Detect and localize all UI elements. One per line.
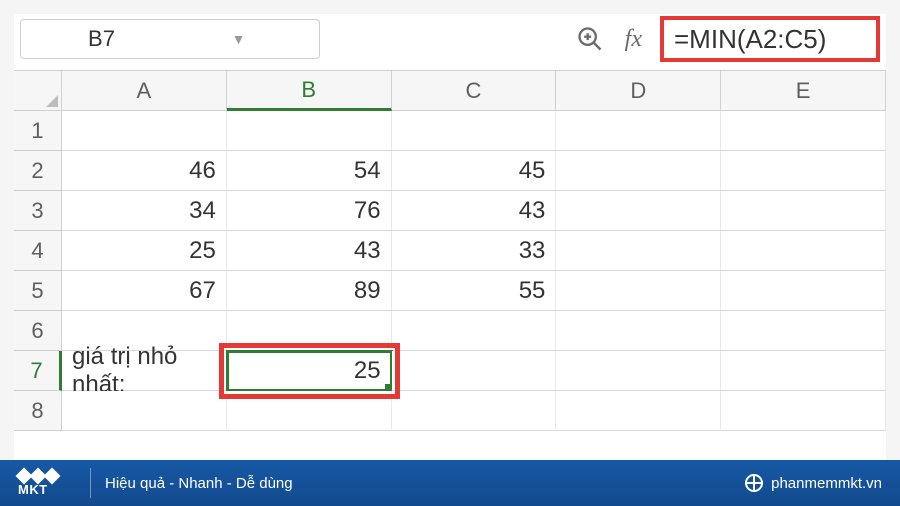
cell-E3[interactable] <box>721 191 886 231</box>
cell-B6[interactable] <box>227 311 392 351</box>
zoom-search-icon[interactable] <box>573 22 607 56</box>
cell-D1[interactable] <box>556 111 721 151</box>
cell-D2[interactable] <box>556 151 721 191</box>
formula-bar: B7 ▼ fx =MIN(A2:C5) <box>14 14 886 70</box>
cell-C1[interactable] <box>392 111 557 151</box>
cell-E8[interactable] <box>721 391 886 431</box>
row-header-8[interactable]: 8 <box>14 391 62 431</box>
formula-input-value: =MIN(A2:C5) <box>674 24 826 55</box>
row-header-7[interactable]: 7 <box>14 351 62 391</box>
cell-C2[interactable]: 45 <box>392 151 557 191</box>
formula-input[interactable]: =MIN(A2:C5) <box>660 16 880 62</box>
cell-A1[interactable] <box>62 111 227 151</box>
cell-B7[interactable]: 25 <box>227 351 392 391</box>
brand-logo: MKT <box>18 470 58 497</box>
cell-C7[interactable] <box>392 351 557 391</box>
row-header-4[interactable]: 4 <box>14 231 62 271</box>
cell-A8[interactable] <box>62 391 227 431</box>
divider <box>90 468 91 498</box>
globe-icon <box>745 474 763 492</box>
cell-E7[interactable] <box>721 351 886 391</box>
footer-tagline: Hiệu quả - Nhanh - Dễ dùng <box>105 475 293 492</box>
cell-D6[interactable] <box>556 311 721 351</box>
spreadsheet-grid: ABCDE1246544533476434254333567895567giá … <box>14 70 886 431</box>
row-header-1[interactable]: 1 <box>14 111 62 151</box>
cell-E2[interactable] <box>721 151 886 191</box>
cell-E1[interactable] <box>721 111 886 151</box>
row-header-6[interactable]: 6 <box>14 311 62 351</box>
cell-D8[interactable] <box>556 391 721 431</box>
cell-A3[interactable]: 34 <box>62 191 227 231</box>
cell-B4[interactable]: 43 <box>227 231 392 271</box>
row-header-2[interactable]: 2 <box>14 151 62 191</box>
name-box-value: B7 <box>33 26 170 52</box>
cell-D5[interactable] <box>556 271 721 311</box>
cell-C5[interactable]: 55 <box>392 271 557 311</box>
cell-B2[interactable]: 54 <box>227 151 392 191</box>
cell-D3[interactable] <box>556 191 721 231</box>
row-header-5[interactable]: 5 <box>14 271 62 311</box>
footer-site: phanmemmkt.vn <box>771 475 882 492</box>
select-all-corner[interactable] <box>14 71 62 111</box>
cell-D7[interactable] <box>556 351 721 391</box>
cell-C8[interactable] <box>392 391 557 431</box>
cell-A2[interactable]: 46 <box>62 151 227 191</box>
cell-E5[interactable] <box>721 271 886 311</box>
cell-A4[interactable]: 25 <box>62 231 227 271</box>
cell-B5[interactable]: 89 <box>227 271 392 311</box>
row-header-3[interactable]: 3 <box>14 191 62 231</box>
column-header-E[interactable]: E <box>721 71 886 111</box>
footer-banner: MKT Hiệu quả - Nhanh - Dễ dùng phanmemmk… <box>0 460 900 506</box>
chevron-down-icon: ▼ <box>170 31 307 47</box>
column-header-C[interactable]: C <box>392 71 557 111</box>
cell-B1[interactable] <box>227 111 392 151</box>
column-header-A[interactable]: A <box>62 71 227 111</box>
name-box[interactable]: B7 ▼ <box>20 19 320 59</box>
fx-icon[interactable]: fx <box>625 26 642 53</box>
column-header-D[interactable]: D <box>556 71 721 111</box>
cell-C6[interactable] <box>392 311 557 351</box>
cell-B8[interactable] <box>227 391 392 431</box>
cell-E4[interactable] <box>721 231 886 271</box>
cell-C4[interactable]: 33 <box>392 231 557 271</box>
cell-A7[interactable]: giá trị nhỏ nhất: <box>62 351 227 391</box>
cell-C3[interactable]: 43 <box>392 191 557 231</box>
cell-D4[interactable] <box>556 231 721 271</box>
column-header-B[interactable]: B <box>227 71 392 111</box>
cell-B3[interactable]: 76 <box>227 191 392 231</box>
logo-mark-icon <box>18 470 58 482</box>
cell-A5[interactable]: 67 <box>62 271 227 311</box>
cell-E6[interactable] <box>721 311 886 351</box>
